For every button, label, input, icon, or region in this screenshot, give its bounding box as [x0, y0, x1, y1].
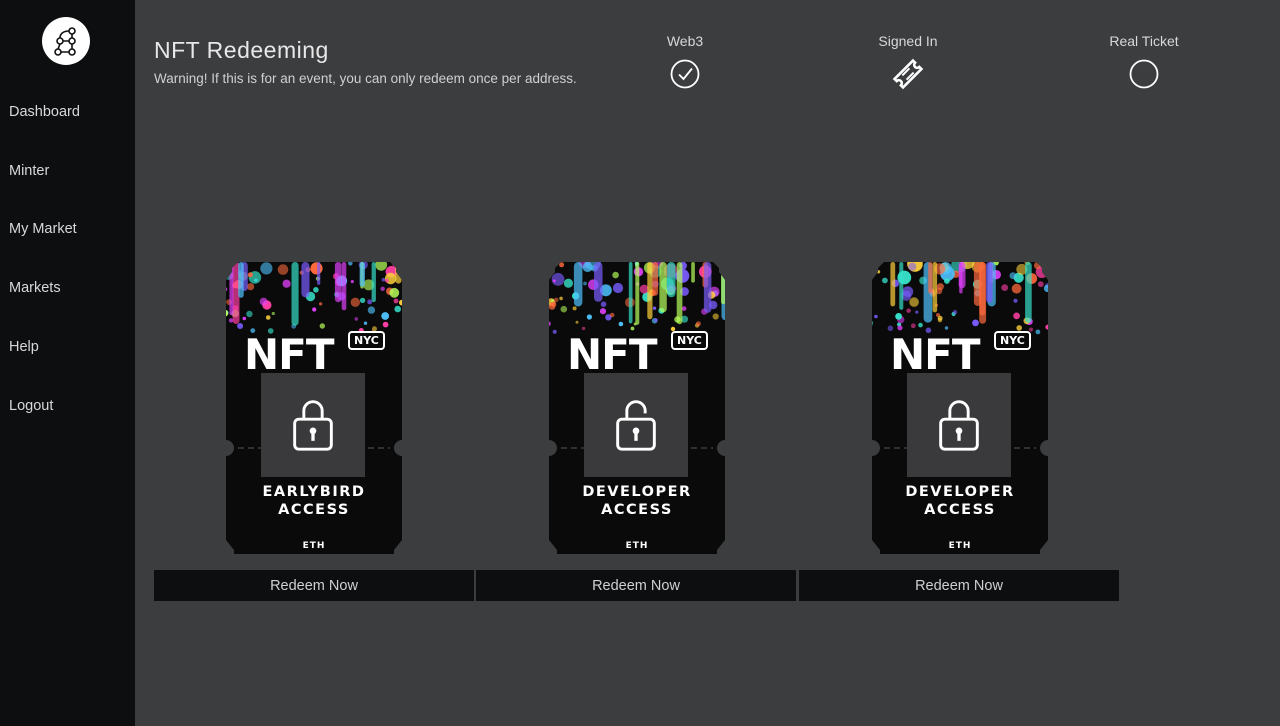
status-signed-in: Signed In — [848, 33, 968, 90]
ticket-badge: NYC — [348, 331, 385, 350]
padlock-icon — [293, 400, 333, 451]
ticket-badge: NYC — [994, 331, 1031, 350]
ticket-brand: NFT — [890, 330, 980, 379]
ticket-currency: ETH — [948, 541, 972, 551]
status-real-ticket: Real Ticket — [1084, 33, 1204, 90]
status-label: Real Ticket — [1109, 33, 1179, 49]
check-circle-icon — [670, 59, 700, 89]
sidebar-item-markets[interactable]: Markets — [9, 280, 61, 296]
ticket-badge: NYC — [671, 331, 708, 350]
unlocked-padlock-icon — [616, 400, 656, 451]
ticket-icon — [892, 58, 924, 90]
ticket-access-line1: EARLYBIRD — [262, 484, 366, 500]
sidebar-item-minter[interactable]: Minter — [9, 163, 49, 179]
ticket-access-line2: ACCESS — [924, 502, 996, 518]
ticket-access-line1: DEVELOPER — [905, 484, 1015, 500]
ticket-card-developer-1[interactable]: NFT NYC DEVELOPER ACCESS ETH — [547, 258, 727, 558]
sidebar-item-dashboard[interactable]: Dashboard — [9, 104, 80, 120]
sidebar-item-my-market[interactable]: My Market — [9, 221, 77, 237]
warning-text: Warning! If this is for an event, you ca… — [154, 71, 577, 86]
lock-panel — [907, 373, 1011, 477]
ticket-access-line2: ACCESS — [601, 502, 673, 518]
ticket-access-line2: ACCESS — [278, 502, 350, 518]
status-web3: Web3 — [625, 33, 745, 90]
status-label: Web3 — [666, 33, 704, 49]
ticket-brand: NFT — [567, 330, 657, 379]
ticket-card-earlybird[interactable]: NFT NYC EARLYBIRD ACCESS ETH — [224, 258, 404, 558]
logo[interactable] — [42, 17, 90, 65]
ticket-card-developer-2[interactable]: NFT NYC DEVELOPER ACCESS ETH — [870, 258, 1050, 558]
empty-circle-icon — [1129, 59, 1159, 89]
ticket-brand: NFT — [244, 330, 334, 379]
page-title: NFT Redeeming — [154, 37, 329, 63]
lock-panel — [584, 373, 688, 477]
ticket-currency: ETH — [625, 541, 649, 551]
redeem-button-developer-2[interactable]: Redeem Now — [799, 570, 1119, 601]
lock-panel — [261, 373, 365, 477]
ticket-access-label: DEVELOPER ACCESS — [870, 483, 1050, 519]
padlock-icon — [939, 400, 979, 451]
sidebar: Dashboard Minter My Market Markets Help … — [0, 0, 135, 726]
sidebar-item-help[interactable]: Help — [9, 339, 39, 355]
graph-nodes-icon — [54, 27, 76, 56]
ticket-access-line1: DEVELOPER — [582, 484, 692, 500]
ticket-access-label: EARLYBIRD ACCESS — [224, 483, 404, 519]
redeem-button-earlybird[interactable]: Redeem Now — [154, 570, 474, 601]
redeem-button-developer-1[interactable]: Redeem Now — [476, 570, 796, 601]
ticket-access-label: DEVELOPER ACCESS — [547, 483, 727, 519]
ticket-currency: ETH — [302, 541, 326, 551]
sidebar-item-logout[interactable]: Logout — [9, 398, 53, 414]
status-label: Signed In — [878, 33, 938, 49]
